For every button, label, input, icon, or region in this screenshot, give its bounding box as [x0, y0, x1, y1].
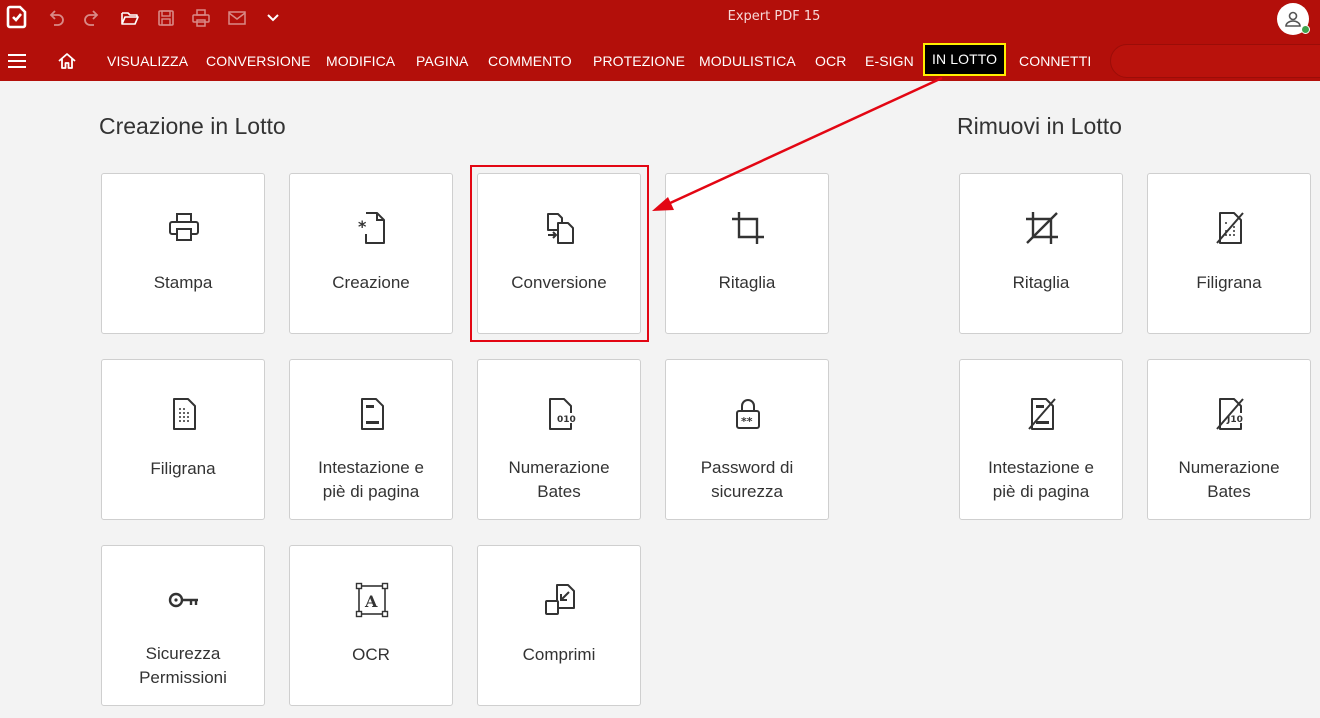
save-icon[interactable] — [154, 8, 178, 28]
crop-icon — [732, 212, 764, 244]
tile-stampa[interactable]: Stampa — [101, 173, 265, 334]
tile-label: Intestazione e piè di pagina — [988, 458, 1094, 501]
tile-numerazione-bates[interactable]: 010 Numerazione Bates — [477, 359, 641, 520]
online-status-dot — [1301, 25, 1310, 34]
svg-text:**: ** — [741, 415, 753, 428]
svg-text:A: A — [364, 592, 378, 611]
tile-label: Stampa — [153, 273, 213, 292]
tile-label: Sicurezza Permissioni — [139, 644, 227, 687]
tile-label: Ritaglia — [718, 273, 776, 292]
password-lock-icon: ** — [736, 399, 760, 429]
redo-icon[interactable] — [80, 8, 104, 28]
print-icon[interactable] — [189, 8, 213, 28]
app-logo-icon[interactable] — [6, 5, 28, 29]
tile-label: Creazione — [332, 273, 410, 292]
section-title-rimuovi: Rimuovi in Lotto — [957, 113, 1122, 139]
tab-e-sign[interactable]: E-SIGN — [865, 41, 914, 81]
tile-label: Comprimi — [522, 645, 596, 664]
tile-rimuovi-ritaglia[interactable]: Ritaglia — [959, 173, 1123, 334]
undo-icon[interactable] — [44, 8, 68, 28]
tile-ocr[interactable]: A OCR — [289, 545, 453, 706]
tile-comprimi[interactable]: Comprimi — [477, 545, 641, 706]
window-title: Expert PDF 15 — [727, 9, 821, 24]
ribbon-tabs: VISUALIZZA CONVERSIONE MODIFICA PAGINA C… — [0, 41, 1320, 81]
chevron-down-icon[interactable] — [261, 8, 285, 28]
tile-label: Intestazione e piè di pagina — [318, 458, 424, 501]
home-icon[interactable] — [57, 51, 77, 71]
new-document-icon: * — [358, 212, 385, 244]
tile-label: Filigrana — [150, 459, 216, 478]
remove-watermark-icon — [1216, 212, 1244, 244]
tab-connetti[interactable]: CONNETTI — [1019, 41, 1091, 81]
section-title-creazione: Creazione in Lotto — [99, 113, 286, 139]
highlight-box — [470, 165, 649, 342]
tab-visualizza[interactable]: VISUALIZZA — [107, 41, 188, 81]
tile-label: Filigrana — [1196, 273, 1262, 292]
header-footer-icon — [361, 398, 384, 430]
key-icon — [168, 592, 198, 608]
tile-rimuovi-bates[interactable]: J10 Numerazione Bates — [1147, 359, 1311, 520]
tab-protezione[interactable]: PROTEZIONE — [593, 41, 685, 81]
tile-sicurezza-permissioni[interactable]: Sicurezza Permissioni — [101, 545, 265, 706]
tile-password-sicurezza[interactable]: ** Password di sicurezza — [665, 359, 829, 520]
remove-bates-icon: J10 — [1216, 398, 1244, 430]
tile-label: OCR — [352, 645, 390, 664]
tab-modifica[interactable]: MODIFICA — [326, 41, 395, 81]
tile-label: Ritaglia — [1012, 273, 1070, 292]
hamburger-menu-icon[interactable] — [7, 53, 27, 69]
remove-crop-icon — [1026, 212, 1058, 244]
tile-intestazione[interactable]: Intestazione e piè di pagina — [289, 359, 453, 520]
tile-filigrana[interactable]: Filigrana — [101, 359, 265, 520]
remove-header-footer-icon — [1028, 398, 1056, 430]
tile-ritaglia[interactable]: Ritaglia — [665, 173, 829, 334]
tab-in-lotto[interactable]: IN LOTTO — [923, 43, 1007, 76]
ocr-icon: A — [355, 582, 389, 618]
tile-rimuovi-intestazione[interactable]: Intestazione e piè di pagina — [959, 359, 1123, 520]
tab-modulistica[interactable]: MODULISTICA — [699, 41, 796, 81]
user-avatar-icon[interactable] — [1277, 3, 1310, 35]
tile-label: Numerazione Bates — [508, 458, 610, 501]
compress-icon — [545, 584, 575, 615]
tab-ocr[interactable]: OCR — [815, 41, 846, 81]
tile-rimuovi-filigrana[interactable]: Filigrana — [1147, 173, 1311, 334]
tab-commento[interactable]: COMMENTO — [488, 41, 572, 81]
email-icon[interactable] — [225, 8, 249, 28]
svg-text:*: * — [358, 217, 367, 236]
ribbon-search-field[interactable] — [1110, 44, 1320, 78]
bates-numbering-icon: 010 — [549, 398, 576, 430]
tile-label: Password di sicurezza — [700, 458, 794, 501]
printer-icon — [169, 213, 199, 241]
tab-conversione[interactable]: CONVERSIONE — [206, 41, 311, 81]
watermark-icon — [173, 398, 196, 430]
tile-label: Numerazione Bates — [1178, 458, 1280, 501]
open-folder-icon[interactable] — [118, 8, 142, 28]
tile-creazione[interactable]: * Creazione — [289, 173, 453, 334]
title-bar: Expert PDF 15 — [0, 0, 1320, 41]
svg-text:010: 010 — [557, 415, 576, 425]
tab-pagina[interactable]: PAGINA — [416, 41, 468, 81]
